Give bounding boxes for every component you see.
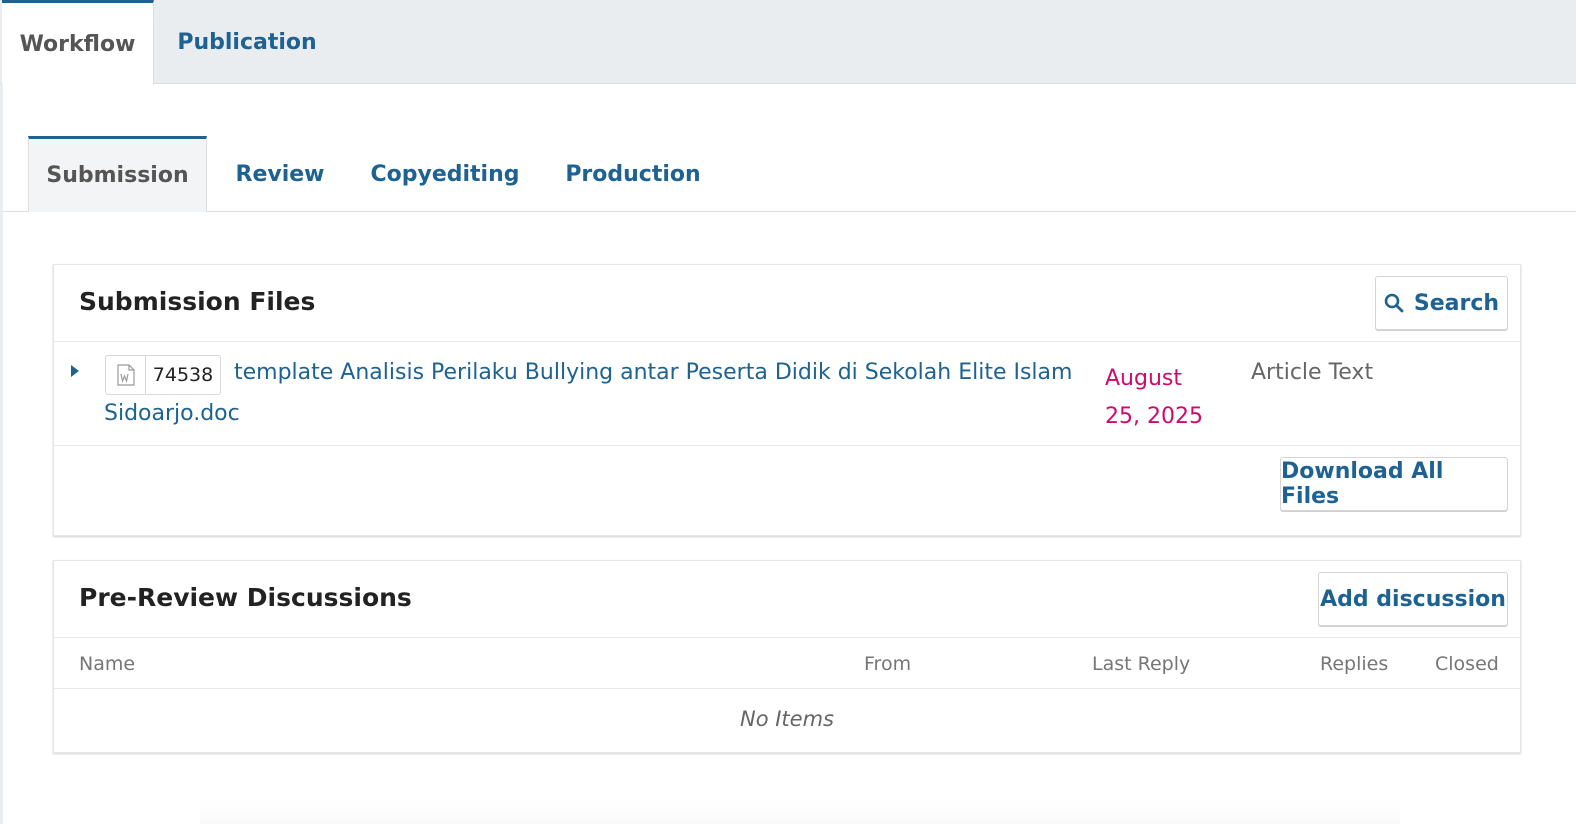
discussions-header-divider — [54, 637, 1520, 638]
file-date-line2: 25, 2025 — [1105, 404, 1203, 429]
tab-submission-label: Submission — [46, 163, 189, 188]
file-id-badge: 74538 — [105, 355, 221, 395]
file-name-link[interactable]: template Analisis Perilaku Bullying anta… — [234, 360, 1072, 385]
submission-files-panel: Submission Files Search 74538 template A… — [53, 264, 1521, 536]
search-icon — [1384, 293, 1404, 313]
file-name-link-continued[interactable]: Sidoarjo.doc — [104, 401, 240, 426]
tab-workflow[interactable]: Workflow — [2, 0, 154, 85]
tab-production-label: Production — [565, 161, 701, 187]
tab-copyediting[interactable]: Copyediting — [360, 136, 530, 212]
tab-publication[interactable]: Publication — [160, 0, 334, 85]
tab-copyediting-label: Copyediting — [370, 161, 520, 187]
workflow-page: Workflow Publication Submission Review C… — [0, 0, 1576, 824]
expand-row-icon[interactable] — [71, 365, 79, 377]
pre-review-discussions-panel: Pre-Review Discussions Add discussion Na… — [53, 560, 1521, 753]
tab-review[interactable]: Review — [220, 136, 340, 212]
column-header-last-reply: Last Reply — [1092, 653, 1191, 675]
download-all-files-label: Download All Files — [1281, 459, 1444, 509]
search-button-label: Search — [1413, 290, 1500, 316]
word-document-icon — [106, 356, 146, 394]
file-id: 74538 — [152, 364, 214, 386]
column-header-name: Name — [79, 653, 136, 675]
tab-submission[interactable]: Submission — [28, 136, 207, 212]
column-header-replies: Replies — [1320, 653, 1389, 675]
download-all-files-button[interactable]: Download All Files — [1280, 457, 1508, 511]
discussions-columns-divider — [54, 688, 1520, 689]
column-header-closed: Closed — [1435, 653, 1499, 675]
tab-publication-label: Publication — [177, 30, 317, 55]
tab-production[interactable]: Production — [552, 136, 714, 212]
file-genre: Article Text — [1251, 360, 1374, 385]
pre-review-discussions-title: Pre-Review Discussions — [79, 583, 412, 612]
column-header-from: From — [864, 653, 912, 675]
search-button[interactable]: Search — [1375, 276, 1508, 330]
top-tab-bar: Workflow Publication — [0, 0, 1576, 85]
files-header-divider — [54, 341, 1520, 342]
submission-files-title: Submission Files — [79, 287, 316, 316]
add-discussion-button[interactable]: Add discussion — [1318, 572, 1508, 626]
tab-workflow-label: Workflow — [19, 31, 136, 57]
add-discussion-label: Add discussion — [1320, 586, 1506, 612]
file-date: August 25, 2025 — [1105, 360, 1215, 436]
empty-list-message: No Items — [740, 707, 834, 731]
file-date-line1: August — [1105, 366, 1182, 391]
bottom-faint-edge — [200, 800, 1400, 824]
files-row-divider — [54, 445, 1520, 446]
tab-review-label: Review — [235, 161, 325, 187]
